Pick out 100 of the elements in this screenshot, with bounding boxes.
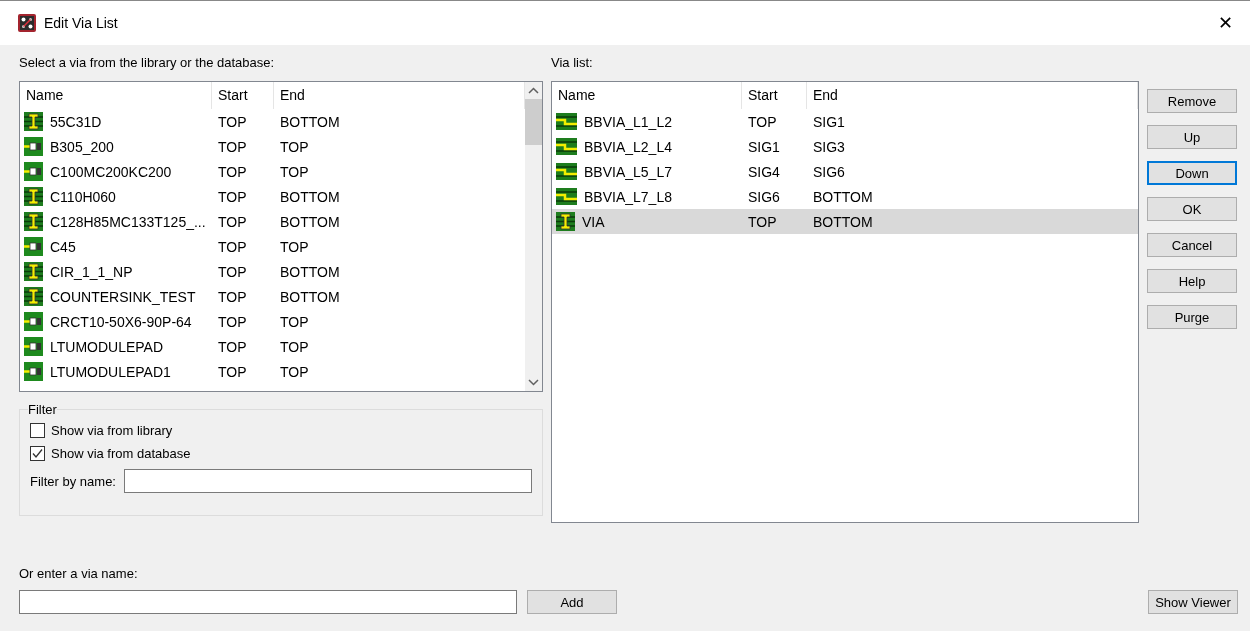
through-via-icon [24, 262, 43, 281]
checkbox[interactable] [30, 446, 45, 461]
end-layer: TOP [279, 138, 310, 155]
end-layer: BOTTOM [812, 213, 874, 230]
via-name: BBVIA_L1_L2 [584, 113, 672, 130]
end-layer: BOTTOM [279, 113, 341, 130]
filter-field[interactable] [124, 469, 532, 493]
start-layer: TOP [217, 263, 248, 280]
start-layer: TOP [747, 213, 778, 230]
start-layer: SIG1 [747, 138, 781, 155]
app-icon [18, 14, 36, 32]
through-via-icon [556, 212, 575, 231]
start-layer: TOP [217, 213, 248, 230]
via-name: LTUMODULEPAD [50, 338, 164, 355]
via-row[interactable]: B305_200 TOP TOP [20, 134, 525, 159]
start-layer: TOP [217, 313, 248, 330]
start-layer: SIG6 [747, 188, 781, 205]
start-layer: TOP [217, 288, 248, 305]
blind-via-icon [556, 163, 577, 180]
pad-via-icon [24, 237, 43, 256]
library-label: Select a via from the library or the database: [19, 54, 275, 72]
via-row[interactable]: CRCT10-50X6-90P-64 TOP TOP [20, 309, 525, 334]
pad-via-icon [24, 137, 43, 156]
end-layer: TOP [279, 238, 310, 255]
start-layer: TOP [217, 363, 248, 380]
pad-via-icon [24, 312, 43, 331]
via-row[interactable]: C110H060 TOP BOTTOM [20, 184, 525, 209]
start-layer: TOP [747, 113, 778, 130]
column-header[interactable]: End [807, 82, 1138, 109]
via-list-label: Via list: [551, 54, 593, 72]
group-title: Filter [28, 402, 57, 417]
start-layer: TOP [217, 113, 248, 130]
filter-label: Filter by name: [30, 473, 116, 489]
via-row[interactable]: BBVIA_L5_L7 SIG4 SIG6 [552, 159, 1138, 184]
start-layer: TOP [217, 163, 248, 180]
column-header[interactable]: Start [742, 82, 807, 109]
via-name: BBVIA_L2_L4 [584, 138, 672, 155]
checkbox[interactable] [30, 423, 45, 438]
dialog-button[interactable]: Cancel [1147, 233, 1237, 257]
scrollbar[interactable] [525, 82, 542, 391]
end-layer: SIG1 [812, 113, 846, 130]
via-row[interactable]: C100MC200KC200 TOP TOP [20, 159, 525, 184]
dialog-button[interactable]: Help [1147, 269, 1237, 293]
via-row[interactable]: BBVIA_L2_L4 SIG1 SIG3 [552, 134, 1138, 159]
start-layer: SIG4 [747, 163, 781, 180]
via-name-field[interactable] [19, 590, 517, 614]
via-row[interactable]: LTUMODULEPAD1 TOP TOP [20, 359, 525, 384]
via-name: BBVIA_L5_L7 [584, 163, 672, 180]
window-title: Edit Via List [44, 15, 119, 31]
end-layer: TOP [279, 313, 310, 330]
blind-via-icon [556, 138, 577, 155]
entry-label: Or enter a via name: [19, 565, 138, 583]
show-viewer-button[interactable]: Show Viewer [1148, 590, 1238, 614]
column-header[interactable]: Name [20, 82, 212, 109]
add-button[interactable]: Add [527, 590, 617, 614]
end-layer: TOP [279, 163, 310, 180]
via-name: BBVIA_L7_L8 [584, 188, 672, 205]
end-layer: SIG6 [812, 163, 846, 180]
pad-via-icon [24, 362, 43, 381]
via-name: C45 [50, 238, 76, 255]
blind-via-icon [556, 188, 577, 205]
start-layer: TOP [217, 188, 248, 205]
dialog-button[interactable]: Down [1147, 161, 1237, 185]
via-row[interactable]: COUNTERSINK_TEST TOP BOTTOM [20, 284, 525, 309]
end-layer: BOTTOM [279, 263, 341, 280]
via-name: C110H060 [50, 188, 116, 205]
via-row[interactable]: LTUMODULEPAD TOP TOP [20, 334, 525, 359]
scroll-thumb[interactable] [525, 99, 542, 145]
close-button[interactable]: ✕ [1210, 8, 1240, 38]
via-row[interactable]: C45 TOP TOP [20, 234, 525, 259]
end-layer: BOTTOM [279, 288, 341, 305]
via-row[interactable]: BBVIA_L7_L8 SIG6 BOTTOM [552, 184, 1138, 209]
through-via-icon [24, 187, 43, 206]
column-header[interactable]: Start [212, 82, 274, 109]
dialog-button[interactable]: Up [1147, 125, 1237, 149]
dialog-button[interactable]: Purge [1147, 305, 1237, 329]
end-layer: TOP [279, 338, 310, 355]
through-via-icon [24, 287, 43, 306]
end-layer: TOP [279, 363, 310, 380]
dialog-button[interactable]: Remove [1147, 89, 1237, 113]
end-layer: BOTTOM [279, 188, 341, 205]
end-layer: BOTTOM [279, 213, 341, 230]
via-name: C128H85MC133T125_... [50, 213, 206, 230]
via-row[interactable]: BBVIA_L1_L2 TOP SIG1 [552, 109, 1138, 134]
start-layer: TOP [217, 338, 248, 355]
checkbox-label: Show via from database [51, 446, 191, 461]
via-name: CRCT10-50X6-90P-64 [50, 313, 192, 330]
dialog-button[interactable]: OK [1147, 197, 1237, 221]
via-name: VIA [582, 213, 605, 230]
via-row[interactable]: 55C31D TOP BOTTOM [20, 109, 525, 134]
via-name: B305_200 [50, 138, 114, 155]
end-layer: BOTTOM [812, 188, 874, 205]
via-name: CIR_1_1_NP [50, 263, 133, 280]
via-name: COUNTERSINK_TEST [50, 288, 196, 305]
via-row[interactable]: C128H85MC133T125_... TOP BOTTOM [20, 209, 525, 234]
via-row[interactable]: CIR_1_1_NP TOP BOTTOM [20, 259, 525, 284]
via-row[interactable]: VIA TOP BOTTOM [552, 209, 1138, 234]
pad-via-icon [24, 337, 43, 356]
column-header[interactable]: Name [552, 82, 742, 109]
start-layer: TOP [217, 138, 248, 155]
